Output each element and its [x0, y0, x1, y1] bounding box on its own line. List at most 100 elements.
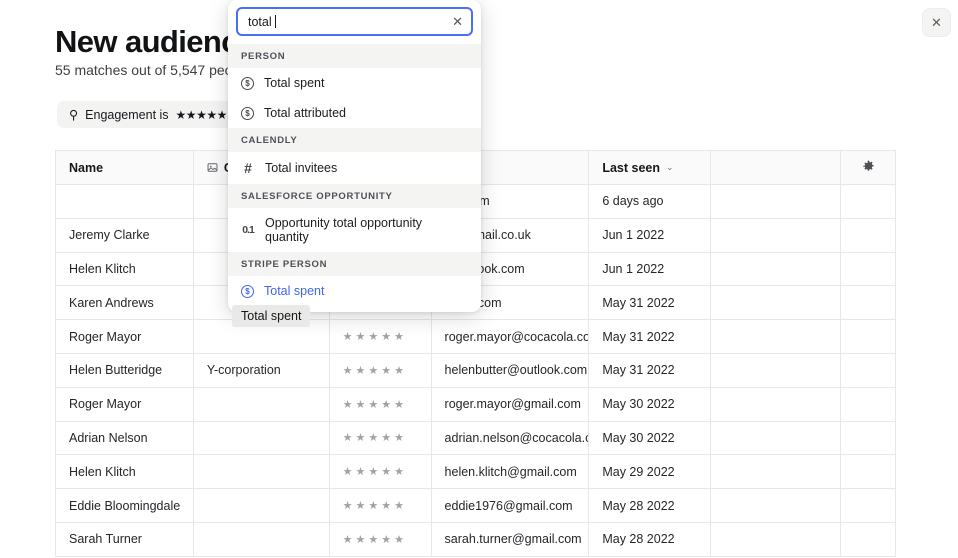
cell-gear: [841, 252, 896, 287]
filter-chip-engagement[interactable]: ⚲ Engagement is ★★★★★: [57, 101, 239, 128]
cell-extra: [711, 421, 842, 456]
filter-chip-label: Engagement is: [85, 107, 169, 122]
cell-name: Eddie Bloomingdale: [56, 489, 194, 523]
dropdown-option[interactable]: $ Total spent: [228, 68, 481, 98]
cell-name: Sarah Turner: [56, 522, 194, 557]
chevron-down-icon: ⌄: [666, 162, 674, 172]
cell-email: sarah.turner@gmail.com: [431, 522, 590, 557]
column-header-name[interactable]: Name: [56, 151, 194, 185]
table-row[interactable]: Sarah Turner ★★★★★ sarah.turner@gmail.com M…: [56, 522, 896, 557]
column-header-extra[interactable]: [711, 151, 842, 185]
image-icon: [207, 162, 218, 173]
cell-rating: ★★★★★: [329, 455, 432, 490]
cell-company: [193, 455, 330, 490]
search-box[interactable]: total ✕: [236, 7, 473, 36]
tooltip: Total spent: [232, 305, 311, 327]
cell-last-seen: May 31 2022: [589, 286, 712, 321]
audience-builder-screen: New audience 55 matches out of 5,547 peo…: [0, 0, 958, 558]
cell-extra: [711, 489, 842, 523]
cell-extra: [711, 353, 842, 388]
dropdown-option-label: Total invitees: [265, 161, 338, 175]
page-title: New audience: [55, 24, 255, 59]
dropdown-option[interactable]: $ Total spent: [228, 276, 481, 306]
dropdown-option-label: Total spent: [264, 76, 325, 90]
cell-last-seen: May 28 2022: [589, 522, 712, 557]
cell-last-seen: May 29 2022: [589, 455, 712, 490]
cell-rating: ★★★★★: [329, 387, 432, 422]
cell-gear: [841, 421, 896, 456]
cell-company: [193, 421, 330, 456]
table-row[interactable]: Eddie Bloomingdale ★★★★★ eddie1976@gmail.c…: [56, 489, 896, 523]
decimal-icon: 0.1: [242, 224, 255, 236]
cell-name: [56, 185, 194, 219]
cell-email: roger.mayor@cocacola.com: [431, 320, 590, 354]
property-search-dropdown: total ✕ Person $ Total spent $ Total attribu…: [228, 0, 481, 312]
cell-company: [193, 387, 330, 422]
cell-name: Helen Klitch: [56, 252, 194, 287]
cell-extra: [711, 218, 842, 253]
search-input-value: total: [248, 14, 272, 29]
cell-company: [193, 489, 330, 523]
table-row[interactable]: Helen Klitch ★★★★★ helen.klitch@gmail.com M…: [56, 455, 896, 490]
option-group-label: Salesforce opportunity: [228, 184, 481, 208]
cell-email: adrian.nelson@cocacola.com: [431, 421, 590, 456]
column-header-last-seen[interactable]: Last seen ⌄: [589, 151, 712, 185]
person-icon: ⚲: [69, 108, 79, 122]
dropdown-option[interactable]: $ Total attributed: [228, 98, 481, 128]
cell-extra: [711, 320, 842, 354]
dropdown-option[interactable]: # Total invitees: [228, 152, 481, 184]
dropdown-option-groups: Person $ Total spent $ Total attributed Calen…: [228, 44, 481, 306]
number-icon: #: [244, 160, 252, 176]
column-settings-button[interactable]: [841, 151, 896, 185]
table-row[interactable]: Roger Mayor ★★★★★ roger.mayor@cocacola.com…: [56, 320, 896, 354]
cell-extra: [711, 522, 842, 557]
cell-company: [193, 522, 330, 557]
cell-gear: [841, 489, 896, 523]
cell-gear: [841, 353, 896, 388]
cell-extra: [711, 286, 842, 321]
cell-name: Roger Mayor: [56, 320, 194, 354]
dropdown-option-label: Total spent: [264, 284, 325, 298]
cell-gear: [841, 522, 896, 557]
cell-name: Helen Butteridge: [56, 353, 194, 388]
cell-extra: [711, 185, 842, 219]
currency-icon: $: [241, 284, 254, 298]
cell-last-seen: Jun 1 2022: [589, 218, 712, 253]
table-row[interactable]: Adrian Nelson ★★★★★ adrian.nelson@cocacola…: [56, 421, 896, 456]
cell-rating: ★★★★★: [329, 421, 432, 456]
cell-gear: [841, 455, 896, 490]
cell-extra: [711, 387, 842, 422]
cell-name: Jeremy Clarke: [56, 218, 194, 253]
cell-last-seen: May 30 2022: [589, 387, 712, 422]
gear-icon: [862, 160, 875, 176]
table-row[interactable]: Roger Mayor ★★★★★ roger.mayor@gmail.com May…: [56, 387, 896, 422]
currency-icon: $: [241, 106, 254, 120]
cell-email: helen.klitch@gmail.com: [431, 455, 590, 490]
text-cursor: [274, 15, 276, 28]
cell-name: Adrian Nelson: [56, 421, 194, 456]
tooltip-text: Total spent: [241, 309, 302, 323]
clear-search-icon[interactable]: ✕: [452, 15, 463, 28]
dropdown-option-label: Total attributed: [264, 106, 346, 120]
table-row[interactable]: Helen Butteridge Y-corporation ★★★★★ helenb…: [56, 353, 896, 388]
dropdown-option-label: Opportunity total opportunity quantity: [265, 216, 423, 244]
cell-last-seen: 6 days ago: [589, 185, 712, 219]
cell-last-seen: Jun 1 2022: [589, 252, 712, 287]
cell-gear: [841, 218, 896, 253]
option-group-label: Calendly: [228, 128, 481, 152]
cell-last-seen: May 31 2022: [589, 353, 712, 388]
option-group-label: Stripe person: [228, 252, 481, 276]
option-group-label: Person: [228, 44, 481, 68]
cell-last-seen: May 31 2022: [589, 320, 712, 354]
filter-chip-stars: ★★★★★: [175, 107, 228, 122]
cell-extra: [711, 455, 842, 490]
cell-email: helenbutter@outlook.com: [431, 353, 590, 388]
match-count-subtitle: 55 matches out of 5,547 people: [55, 62, 252, 78]
cell-last-seen: May 30 2022: [589, 421, 712, 456]
cell-email: roger.mayor@gmail.com: [431, 387, 590, 422]
dropdown-option[interactable]: 0.1 Opportunity total opportunity quantit…: [228, 208, 481, 252]
cell-extra: [711, 252, 842, 287]
close-button[interactable]: ✕: [922, 8, 951, 37]
search-input[interactable]: total: [248, 15, 452, 29]
cell-name: Karen Andrews: [56, 286, 194, 321]
